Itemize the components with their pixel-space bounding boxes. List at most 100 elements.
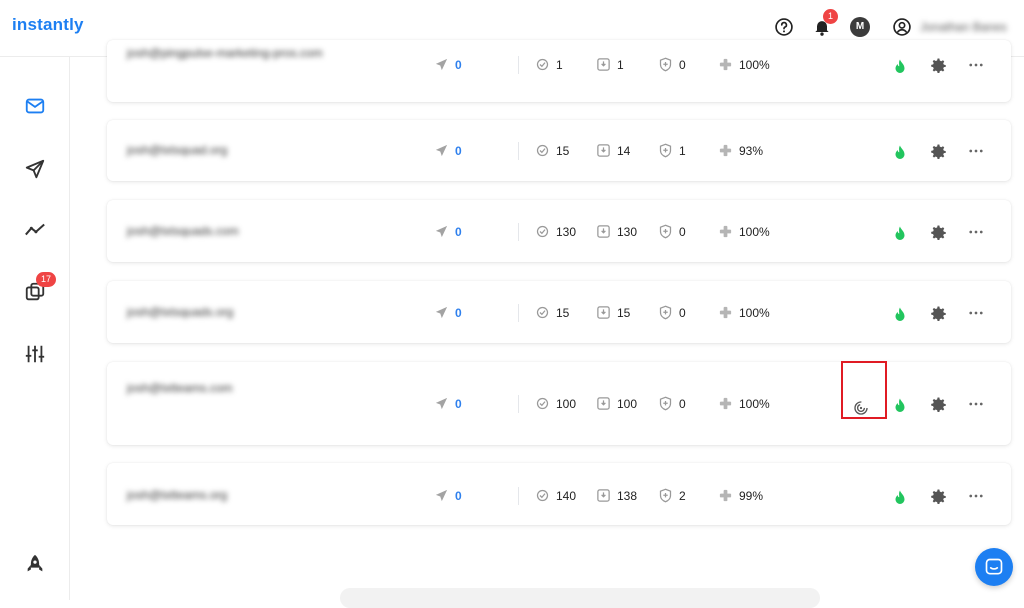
- saved-from-spam-count: 0: [658, 305, 686, 320]
- divider: [518, 223, 519, 241]
- saved-from-spam-value: 1: [679, 143, 686, 158]
- warmup-radar-icon[interactable]: [852, 399, 870, 417]
- gear-icon[interactable]: [930, 305, 948, 323]
- received-count: 15: [596, 305, 630, 320]
- gear-icon[interactable]: [930, 488, 948, 506]
- shield-icon: [659, 57, 672, 72]
- more-options-icon[interactable]: [967, 304, 985, 322]
- saved-from-spam-count: 0: [658, 396, 686, 411]
- account-row[interactable]: josh@txtsquads.org 0 15 15 0 100%: [107, 281, 1011, 343]
- more-options-icon[interactable]: [967, 395, 985, 413]
- flame-icon[interactable]: [891, 306, 909, 324]
- received-value: 130: [617, 224, 638, 239]
- account-row[interactable]: josh@txtsquads.com 0 130 130 0 100%: [107, 200, 1011, 262]
- help-icon[interactable]: [774, 17, 794, 37]
- gear-icon[interactable]: [930, 396, 948, 414]
- account-row[interactable]: josh@txtsquad.org 0 15 14 1 93%: [107, 120, 1011, 181]
- health-score-value: 100%: [739, 305, 770, 320]
- account-row[interactable]: josh@pingpulse-marketing-pros.com 0 1 1 0 100…: [107, 40, 1011, 102]
- more-options-icon[interactable]: [967, 56, 985, 74]
- received-count: 1: [596, 57, 624, 72]
- more-options-icon[interactable]: [967, 487, 985, 505]
- workspace-avatar[interactable]: M: [850, 17, 870, 37]
- health-score-value: 100%: [739, 396, 770, 411]
- account-email[interactable]: josh@txtteams.org: [127, 488, 227, 502]
- sent-count: 0: [434, 396, 462, 411]
- chat-support-button[interactable]: [975, 548, 1013, 586]
- flame-icon[interactable]: [891, 225, 909, 243]
- health-score: 100%: [718, 57, 770, 72]
- shield-icon: [659, 143, 672, 158]
- inbox-icon: [597, 489, 610, 502]
- more-options-icon[interactable]: [967, 142, 985, 160]
- saved-from-spam-value: 0: [679, 224, 686, 239]
- received-value: 15: [617, 305, 631, 320]
- divider: [518, 395, 519, 413]
- inbox-icon: [597, 397, 610, 410]
- gear-icon[interactable]: [930, 224, 948, 242]
- warmup-icon: [536, 306, 549, 319]
- warmup-icon: [536, 397, 549, 410]
- health-plus-icon: [719, 58, 732, 71]
- account-row[interactable]: josh@txtteams.com 0 100 100 0 100%: [107, 361, 1011, 445]
- mail-icon[interactable]: [24, 95, 46, 117]
- sent-value: 0: [455, 57, 462, 72]
- saved-from-spam-count: 0: [658, 224, 686, 239]
- user-name[interactable]: Jonathan Banes: [920, 20, 1007, 34]
- received-count: 14: [596, 143, 630, 158]
- health-score: 93%: [718, 143, 763, 158]
- send-icon: [435, 306, 448, 319]
- saved-from-spam-value: 0: [679, 305, 686, 320]
- send-icon: [435, 397, 448, 410]
- warmup-icon: [536, 489, 549, 502]
- more-options-icon[interactable]: [967, 223, 985, 241]
- sent-value: 0: [455, 224, 462, 239]
- inbox-icon: [597, 144, 610, 157]
- divider: [518, 304, 519, 322]
- sidebar: 17: [0, 57, 70, 600]
- trend-icon[interactable]: [24, 219, 46, 241]
- sliders-icon[interactable]: [24, 343, 46, 365]
- user-profile-icon[interactable]: [892, 17, 912, 37]
- health-plus-icon: [719, 397, 732, 410]
- app-logo[interactable]: instantly: [12, 15, 84, 35]
- sent-value: 0: [455, 488, 462, 503]
- warmup-sent-count: 130: [535, 224, 576, 239]
- gear-icon[interactable]: [930, 57, 948, 75]
- health-plus-icon: [719, 489, 732, 502]
- warmup-sent-value: 140: [556, 488, 577, 503]
- sent-value: 0: [455, 143, 462, 158]
- flame-icon[interactable]: [891, 144, 909, 162]
- account-email[interactable]: josh@pingpulse-marketing-pros.com: [127, 46, 323, 60]
- sent-count: 0: [434, 143, 462, 158]
- account-email[interactable]: josh@txtsquads.com: [127, 224, 239, 238]
- account-email[interactable]: josh@txtsquads.org: [127, 305, 233, 319]
- flame-icon[interactable]: [891, 489, 909, 507]
- inbox-icon: [597, 225, 610, 238]
- health-score-value: 100%: [739, 224, 770, 239]
- send-icon[interactable]: [24, 158, 46, 180]
- account-row[interactable]: josh@txtteams.org 0 140 138 2 99%: [107, 463, 1011, 525]
- inbox-icon: [597, 58, 610, 71]
- flame-icon[interactable]: [891, 58, 909, 76]
- sent-value: 0: [455, 396, 462, 411]
- shield-icon: [659, 224, 672, 239]
- warmup-sent-count: 15: [535, 305, 569, 320]
- shield-icon: [659, 488, 672, 503]
- account-email[interactable]: josh@txtteams.com: [127, 381, 233, 395]
- bottom-toolbar-edge: [340, 588, 820, 608]
- warmup-sent-value: 100: [556, 396, 577, 411]
- sent-value: 0: [455, 305, 462, 320]
- warmup-sent-count: 140: [535, 488, 576, 503]
- health-plus-icon: [719, 144, 732, 157]
- flame-icon[interactable]: [891, 397, 909, 415]
- warmup-sent-value: 1: [556, 57, 563, 72]
- account-email[interactable]: josh@txtsquad.org: [127, 143, 227, 157]
- warmup-sent-count: 1: [535, 57, 563, 72]
- gear-icon[interactable]: [930, 143, 948, 161]
- rocket-icon[interactable]: [24, 553, 46, 575]
- received-value: 100: [617, 396, 638, 411]
- saved-from-spam-count: 2: [658, 488, 686, 503]
- saved-from-spam-value: 2: [679, 488, 686, 503]
- divider: [518, 142, 519, 160]
